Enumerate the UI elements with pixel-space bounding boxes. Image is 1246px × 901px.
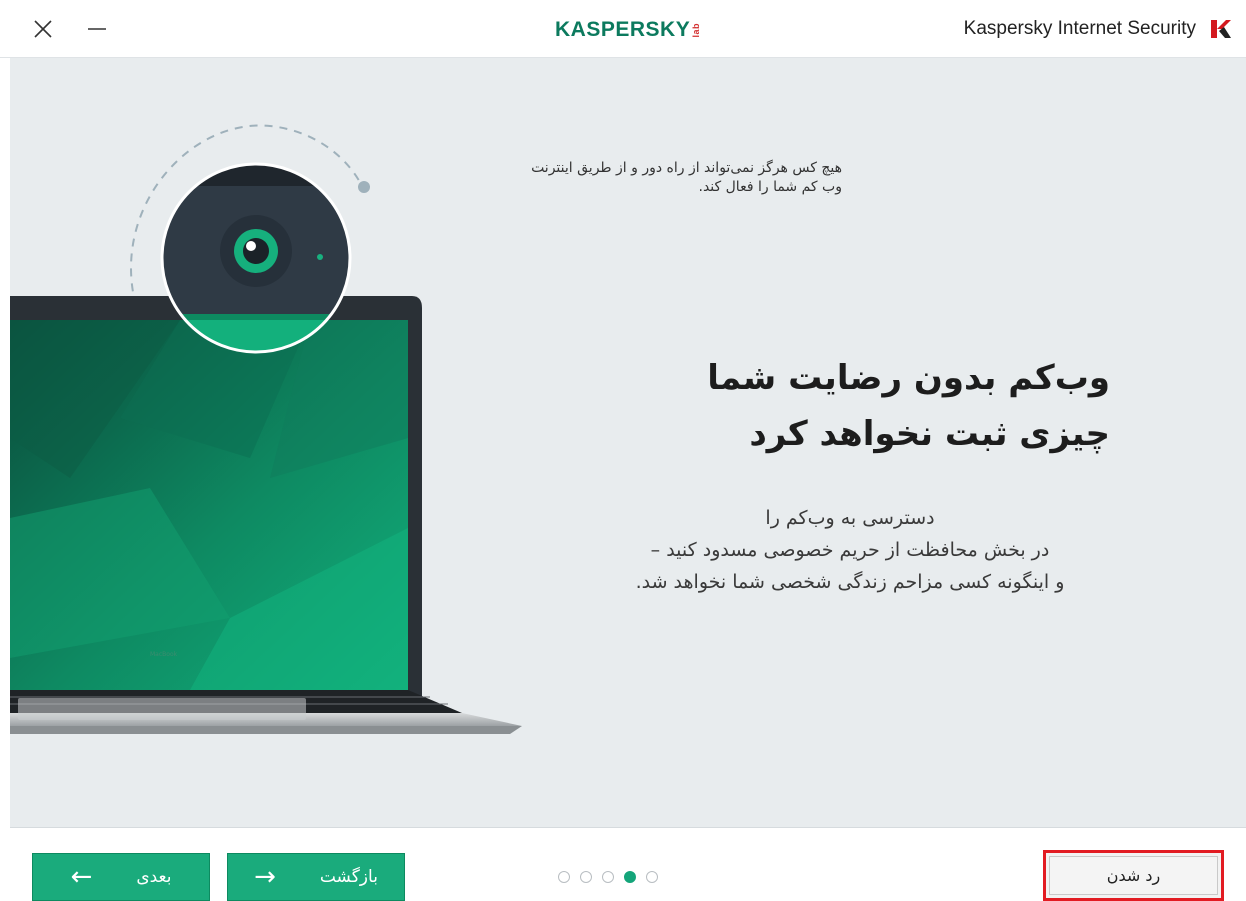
minimize-icon[interactable] bbox=[84, 16, 110, 42]
app-title: Kaspersky Internet Security bbox=[963, 18, 1196, 39]
arrow-left-icon: ← bbox=[70, 862, 93, 892]
slide-panel: MacBook هیچ کس هرگز نمی‌تواند از راه دور… bbox=[10, 58, 1246, 828]
title-bar: KASPERSKY lab Kaspersky Internet Securit… bbox=[0, 0, 1246, 58]
close-icon[interactable] bbox=[30, 16, 56, 42]
decline-button-label: رد شدن bbox=[1049, 856, 1218, 895]
description-line: و اینگونه کسی مزاحم زندگی شخصی شما نخواه… bbox=[635, 571, 1065, 593]
headline-line: وب‌کم بدون رضایت شما bbox=[707, 358, 1110, 398]
wizard-footer: ← بعدی → بازگشت رد شدن bbox=[0, 828, 1246, 901]
page-dot[interactable] bbox=[646, 871, 658, 883]
next-button[interactable]: ← بعدی bbox=[32, 853, 210, 901]
brand-logo: KASPERSKY lab bbox=[555, 17, 701, 43]
slide-description: دسترسی به وب‌کم را در بخش محافظت از حریم… bbox=[550, 502, 1150, 598]
brand-lab-mark: lab bbox=[691, 22, 702, 38]
slide-headline: وب‌کم بدون رضایت شما چیزی ثبت نخواهد کرد bbox=[570, 350, 1110, 462]
kaspersky-k-icon bbox=[1211, 20, 1231, 38]
headline-line: چیزی ثبت نخواهد کرد bbox=[749, 414, 1110, 454]
page-indicator bbox=[558, 871, 658, 883]
page-dot[interactable] bbox=[558, 871, 570, 883]
next-button-label: بعدی bbox=[136, 867, 172, 887]
back-button[interactable]: → بازگشت bbox=[227, 853, 405, 901]
decline-button[interactable]: رد شدن bbox=[1043, 850, 1224, 901]
callout-line: وب کم شما را فعال کند. bbox=[698, 179, 843, 195]
page-dot[interactable] bbox=[580, 871, 592, 883]
webcam-callout: هیچ کس هرگز نمی‌تواند از راه دور و از طر… bbox=[382, 159, 842, 197]
brand-wordmark: KASPERSKY bbox=[555, 18, 691, 41]
svg-text:MacBook: MacBook bbox=[150, 651, 178, 658]
callout-line: هیچ کس هرگز نمی‌تواند از راه دور و از طر… bbox=[531, 160, 842, 176]
back-button-label: بازگشت bbox=[319, 867, 378, 887]
description-line: در بخش محافظت از حریم خصوصی مسدود کنید – bbox=[650, 539, 1050, 561]
description-line: دسترسی به وب‌کم را bbox=[765, 507, 935, 529]
arrow-right-icon: → bbox=[254, 862, 276, 892]
page-dot[interactable] bbox=[602, 871, 614, 883]
page-dot-current[interactable] bbox=[624, 871, 636, 883]
